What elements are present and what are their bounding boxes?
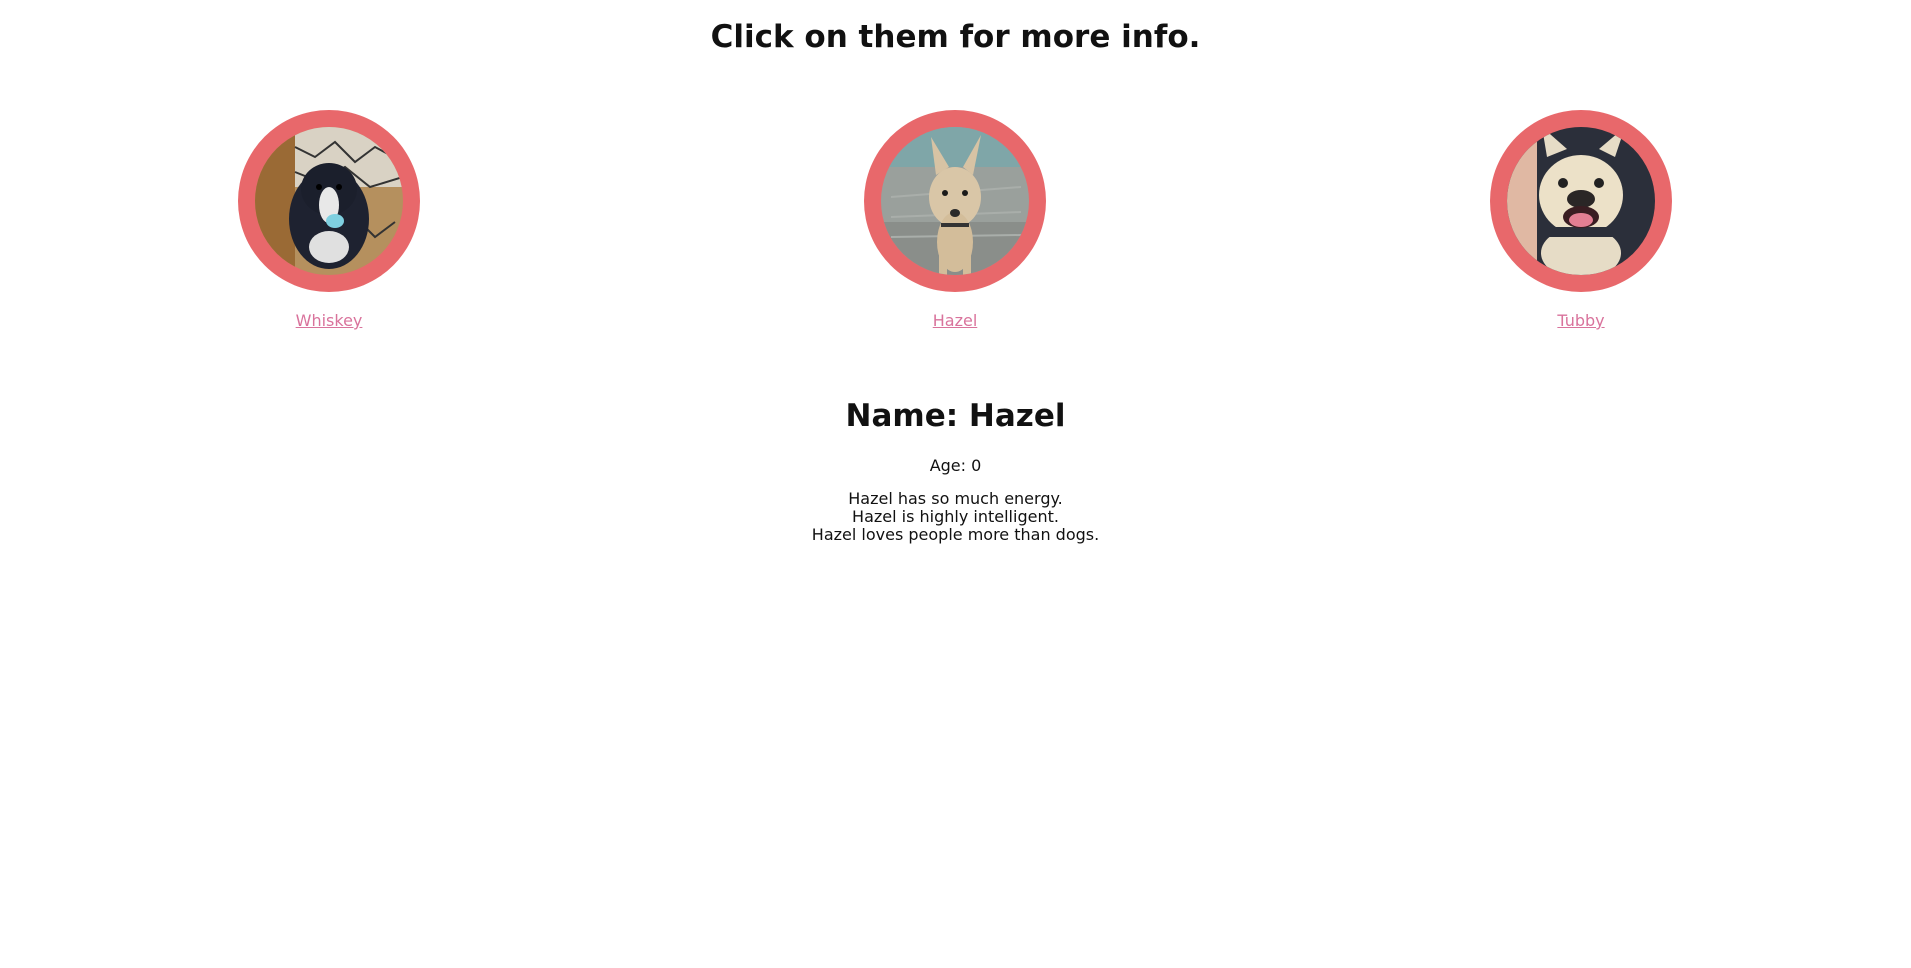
dog-details: Name: Hazel Age: 0 Hazel has so much ene…	[0, 394, 1911, 544]
dog-name-heading: Name: Hazel	[845, 398, 1066, 434]
dog-fact: Hazel loves people more than dogs.	[811, 525, 1100, 544]
dog-photo-ring[interactable]	[1490, 110, 1672, 292]
tan-dog-photo-icon	[881, 127, 1029, 275]
dog-fact: Hazel has so much energy.	[848, 489, 1063, 508]
dog-photo-whiskey[interactable]	[255, 127, 403, 275]
french-bulldog-photo-icon	[1507, 127, 1655, 275]
page-title: Click on them for more info.	[710, 19, 1201, 55]
dog-link-hazel[interactable]: Hazel	[933, 311, 978, 331]
black-white-puppy-photo-icon	[255, 127, 403, 275]
dog-photo-ring[interactable]	[238, 110, 420, 292]
dog-photo-hazel[interactable]	[881, 127, 1029, 275]
dog-card-tubby: Tubby	[1481, 110, 1681, 331]
dog-card-whiskey: Whiskey	[229, 110, 429, 331]
dog-photo-tubby[interactable]	[1507, 127, 1655, 275]
dog-card-hazel: Hazel	[855, 110, 1055, 331]
dog-photo-ring[interactable]	[864, 110, 1046, 292]
dog-link-whiskey[interactable]: Whiskey	[296, 311, 363, 331]
dog-facts: Hazel has so much energy. Hazel is highl…	[0, 490, 1911, 544]
dog-age: Age: 0	[929, 456, 982, 475]
dog-link-tubby[interactable]: Tubby	[1557, 311, 1604, 331]
dog-fact: Hazel is highly intelligent.	[852, 507, 1059, 526]
